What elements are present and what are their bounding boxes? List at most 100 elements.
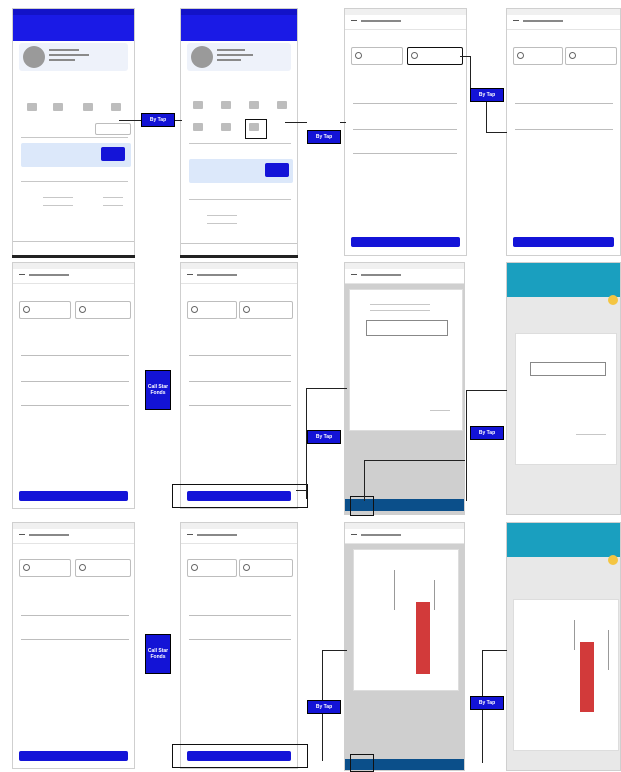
document-page <box>513 599 619 751</box>
card-action-button[interactable] <box>101 147 125 161</box>
list-line <box>207 223 237 224</box>
form-title <box>29 534 69 536</box>
back-arrow-icon[interactable] <box>19 274 25 275</box>
form-field[interactable] <box>21 607 129 616</box>
submit-button[interactable] <box>19 751 128 761</box>
menu-grid-icon[interactable] <box>27 103 37 111</box>
action-badge[interactable] <box>608 555 618 565</box>
list-line <box>207 215 237 216</box>
back-arrow-icon[interactable] <box>187 274 193 275</box>
form-field[interactable] <box>353 95 457 104</box>
radio-icon[interactable] <box>191 306 198 313</box>
viewer-title <box>361 274 401 276</box>
form-field[interactable] <box>189 397 291 406</box>
radio-icon[interactable] <box>79 306 86 313</box>
submit-button[interactable] <box>19 491 128 501</box>
tap-highlight[interactable] <box>172 484 308 508</box>
radio-icon[interactable] <box>23 306 30 313</box>
menu-grid-icon[interactable] <box>53 103 63 111</box>
form-field[interactable] <box>189 607 291 616</box>
connector-line <box>340 122 346 123</box>
callout-by-tap: By Tap <box>470 88 504 102</box>
tap-highlight[interactable] <box>245 119 267 139</box>
profile-card[interactable] <box>187 43 291 71</box>
form-title <box>29 274 69 276</box>
doc-line <box>434 580 435 610</box>
form-field[interactable] <box>189 373 291 382</box>
divider <box>189 143 291 144</box>
divider <box>189 199 291 200</box>
back-arrow-icon[interactable] <box>351 534 357 535</box>
doc-line <box>370 304 430 305</box>
viewer-header <box>345 269 464 284</box>
menu-grid-icon[interactable] <box>111 103 121 111</box>
list-line <box>103 205 123 206</box>
radio-icon[interactable] <box>79 564 86 571</box>
menu-grid-icon[interactable] <box>193 123 203 131</box>
menu-grid-icon[interactable] <box>277 101 287 109</box>
radio-icon[interactable] <box>191 564 198 571</box>
form-header <box>13 269 134 284</box>
app-header <box>13 15 134 41</box>
menu-grid-icon[interactable] <box>83 103 93 111</box>
radio-icon[interactable] <box>243 306 250 313</box>
callout-by-tap: By Tap <box>470 426 504 440</box>
back-arrow-icon[interactable] <box>19 534 25 535</box>
back-arrow-icon[interactable] <box>513 20 519 21</box>
doc-line <box>574 620 575 650</box>
tap-highlight[interactable] <box>172 744 308 768</box>
form-field[interactable] <box>353 145 457 154</box>
callout-call-star-fonds: Call Star Fonds <box>145 370 171 410</box>
screen-form-2 <box>506 8 621 256</box>
radio-icon[interactable] <box>23 564 30 571</box>
tap-highlight[interactable] <box>350 754 374 772</box>
form-field[interactable] <box>21 373 129 382</box>
form-field[interactable] <box>515 95 613 104</box>
more-button[interactable] <box>95 123 131 135</box>
divider <box>21 137 128 138</box>
screen-home-2 <box>180 8 298 256</box>
document-page <box>515 333 617 465</box>
submit-button[interactable] <box>351 237 460 247</box>
form-field[interactable] <box>21 397 129 406</box>
back-arrow-icon[interactable] <box>351 274 357 275</box>
menu-grid-icon[interactable] <box>221 101 231 109</box>
form-field[interactable] <box>189 347 291 356</box>
radio-icon[interactable] <box>243 564 250 571</box>
back-arrow-icon[interactable] <box>187 534 193 535</box>
viewer-title <box>361 534 401 536</box>
menu-grid-icon[interactable] <box>249 101 259 109</box>
form-field[interactable] <box>353 121 457 130</box>
row-separator <box>12 255 135 258</box>
profile-card[interactable] <box>19 43 128 71</box>
form-field[interactable] <box>21 347 129 356</box>
form-header <box>181 269 297 284</box>
form-field[interactable] <box>21 631 129 640</box>
form-field[interactable] <box>515 121 613 130</box>
form-field[interactable] <box>189 631 291 640</box>
profile-detail-line <box>49 54 89 56</box>
back-arrow-icon[interactable] <box>351 20 357 21</box>
connector-line <box>296 490 306 491</box>
callout-by-tap: By Tap <box>307 130 341 144</box>
document-page <box>349 289 463 431</box>
profile-detail-line <box>217 59 241 61</box>
radio-icon[interactable] <box>355 52 362 59</box>
list-line <box>103 197 123 198</box>
app-header <box>181 15 297 41</box>
radio-icon[interactable] <box>569 52 576 59</box>
avatar-icon <box>191 46 213 68</box>
action-badge[interactable] <box>608 295 618 305</box>
connector-line <box>364 460 465 501</box>
card-action-button[interactable] <box>265 163 289 177</box>
share-header <box>507 523 620 557</box>
radio-icon[interactable] <box>517 52 524 59</box>
radio-icon[interactable] <box>411 52 418 59</box>
submit-button[interactable] <box>513 237 614 247</box>
divider <box>21 181 128 182</box>
row-separator <box>180 255 298 258</box>
menu-grid-icon[interactable] <box>193 101 203 109</box>
red-stamp <box>416 602 430 674</box>
menu-grid-icon[interactable] <box>221 123 231 131</box>
screen-form-6 <box>180 522 298 769</box>
